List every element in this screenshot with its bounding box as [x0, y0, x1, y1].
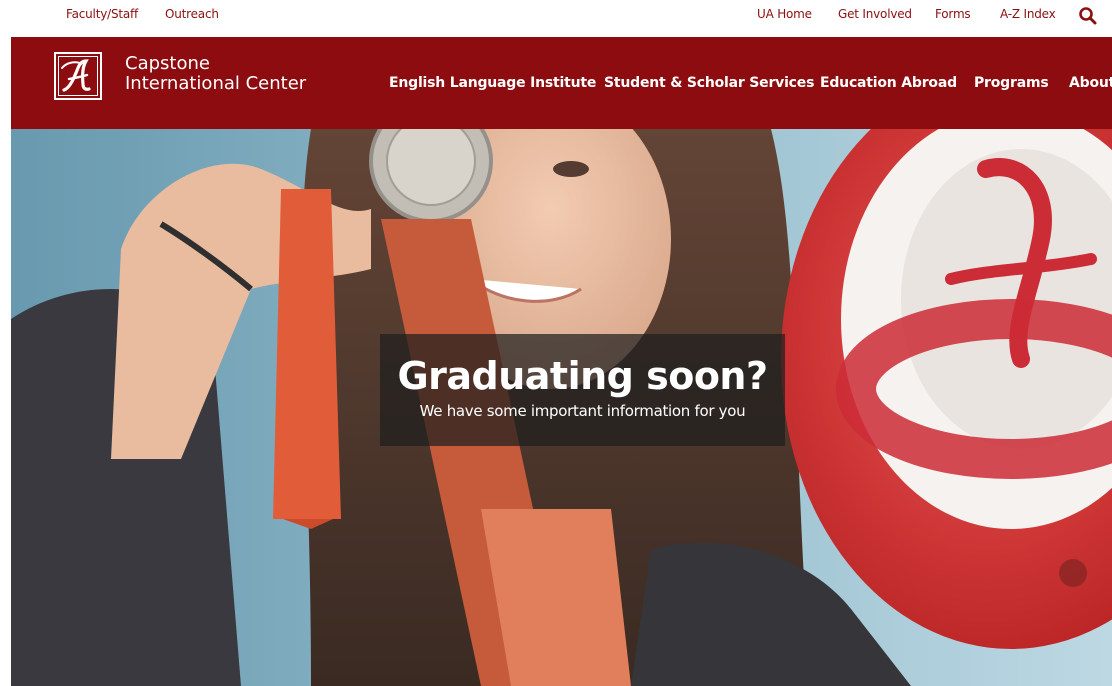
utility-link-ua-home[interactable]: UA Home: [757, 0, 812, 28]
utility-link-forms[interactable]: Forms: [935, 0, 971, 28]
nav-about[interactable]: About: [1069, 37, 1112, 129]
site-name-line1: Capstone: [125, 53, 210, 74]
search-icon[interactable]: [1078, 6, 1098, 26]
nav-english-language-institute[interactable]: English Language Institute: [389, 37, 596, 129]
hero-banner[interactable]: Graduating soon? We have some important …: [11, 129, 1112, 686]
utility-link-outreach[interactable]: Outreach: [165, 0, 219, 28]
nav-programs[interactable]: Programs: [974, 37, 1049, 129]
site-name[interactable]: Capstone International Center: [125, 54, 306, 94]
hero-subline: We have some important information for y…: [419, 402, 746, 420]
script-a-logo[interactable]: [54, 52, 102, 100]
site-name-line2: International Center: [125, 73, 307, 94]
site-header: Capstone International Center English La…: [11, 37, 1112, 129]
hero-caption-box: Graduating soon? We have some important …: [380, 334, 785, 446]
utility-link-get-involved[interactable]: Get Involved: [838, 0, 912, 28]
utility-link-a-z-index[interactable]: A-Z Index: [1000, 0, 1056, 28]
hero-headline: Graduating soon?: [397, 354, 768, 398]
utility-bar: Faculty/Staff Outreach UA Home Get Invol…: [0, 0, 1112, 36]
utility-link-faculty-staff[interactable]: Faculty/Staff: [66, 0, 138, 28]
nav-education-abroad[interactable]: Education Abroad: [820, 37, 957, 129]
nav-student-scholar-services[interactable]: Student & Scholar Services: [604, 37, 814, 129]
